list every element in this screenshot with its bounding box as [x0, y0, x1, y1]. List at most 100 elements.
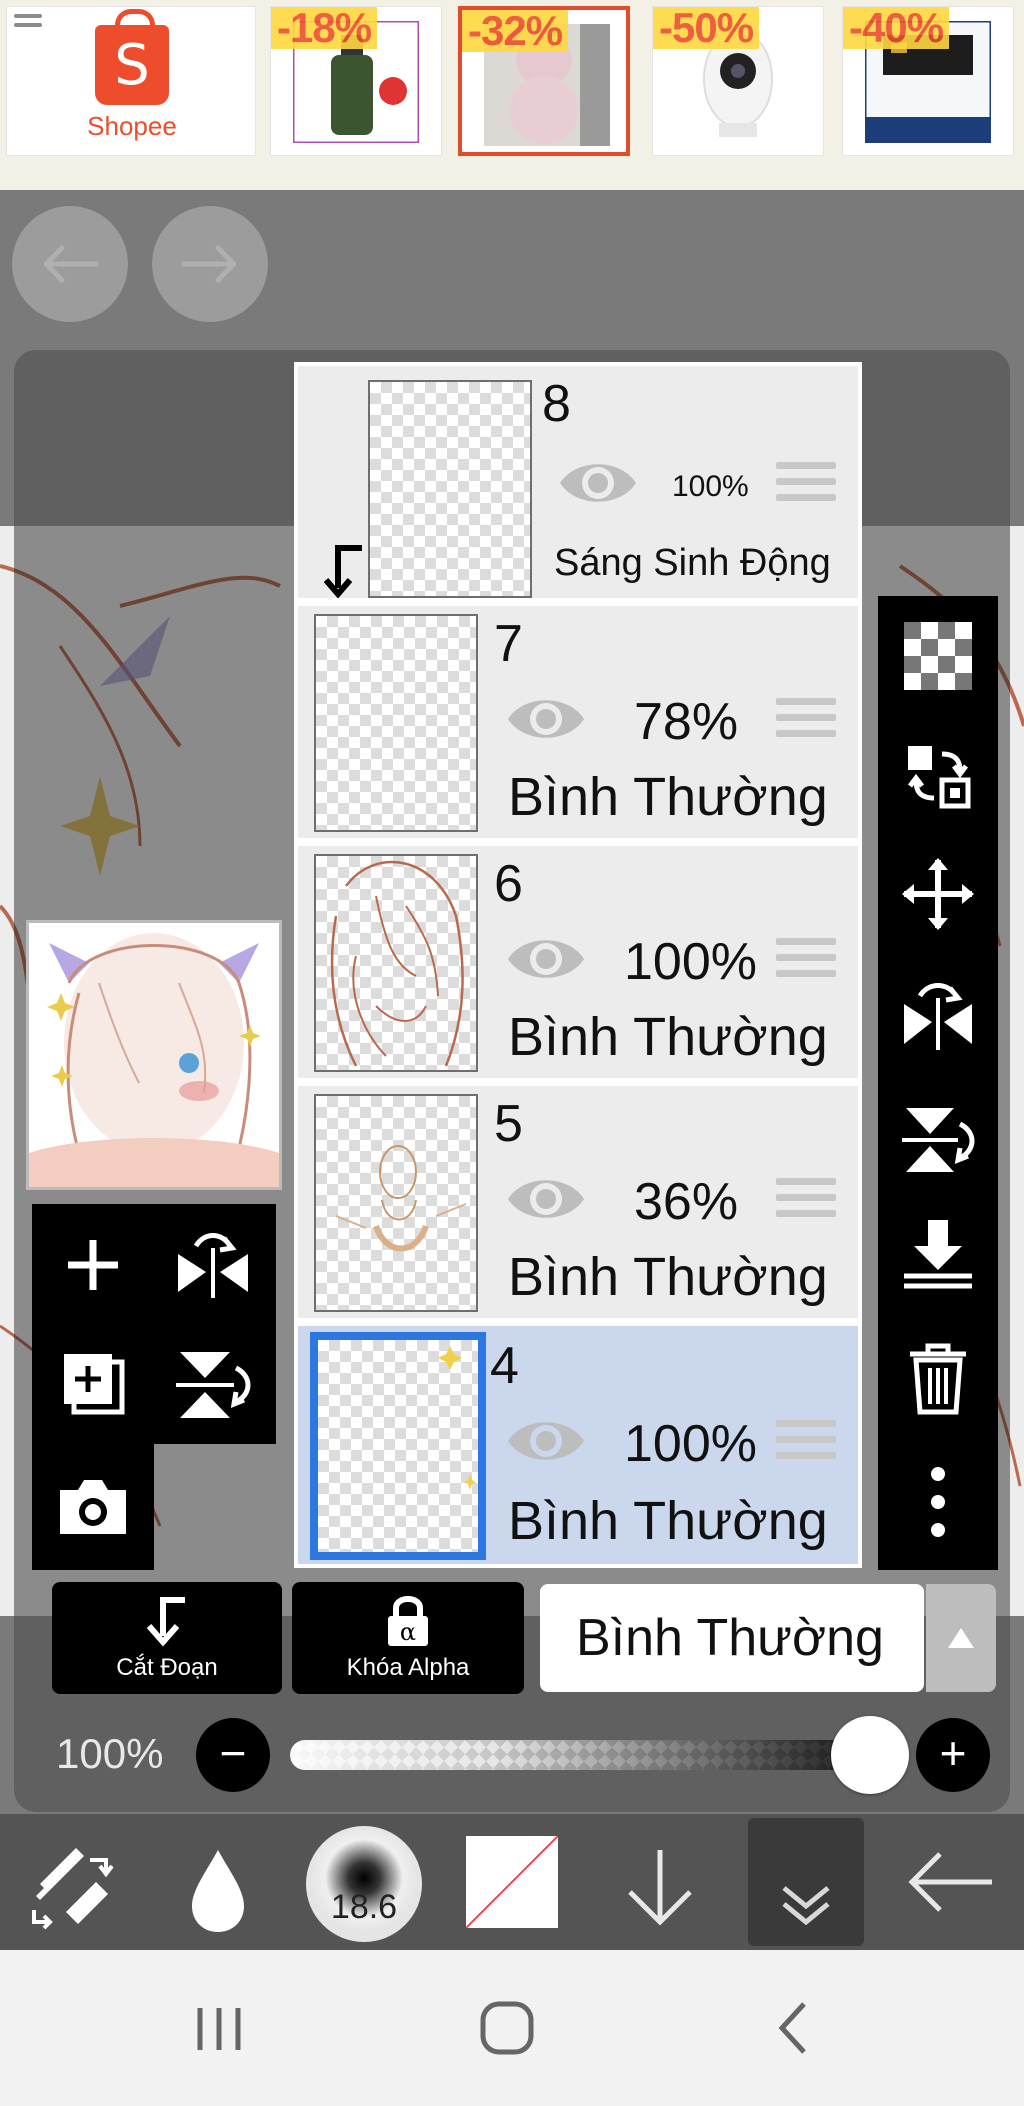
- drag-handle-icon[interactable]: [776, 938, 836, 986]
- color-picker-swatch[interactable]: [466, 1836, 558, 1928]
- back-arrow-icon[interactable]: [892, 1814, 1012, 1950]
- layer-list[interactable]: 8 100% Sáng Sinh Động 7 78% Bình Thường: [294, 362, 862, 1568]
- artwork-preview-image: [29, 923, 279, 1187]
- layer-number: 6: [494, 855, 523, 913]
- canvas-preview-thumbnail[interactable]: [26, 920, 282, 1190]
- blur-tool-icon[interactable]: [158, 1814, 278, 1950]
- clipping-arrow-icon: [146, 1597, 185, 1647]
- layer-opacity: 36%: [634, 1173, 739, 1231]
- discount-badge: -50%: [653, 7, 760, 49]
- arrow-left-icon: [43, 245, 99, 283]
- drag-handle-icon[interactable]: [776, 698, 836, 746]
- layer-thumbnail[interactable]: [314, 1094, 478, 1312]
- layer-opacity: 78%: [634, 693, 739, 751]
- recent-apps-icon[interactable]: [174, 1986, 264, 2070]
- transparency-grid-icon[interactable]: [898, 616, 978, 696]
- blend-mode-dropdown-arrow[interactable]: [926, 1584, 996, 1692]
- blend-mode-value: Bình Thường: [576, 1609, 884, 1667]
- layer-thumbnail[interactable]: [310, 1332, 486, 1560]
- eye-icon[interactable]: [504, 1170, 588, 1228]
- shopee-ad-card[interactable]: S Shopee: [6, 6, 256, 156]
- layer-number: 7: [494, 615, 523, 673]
- blend-mode-select[interactable]: Bình Thường: [540, 1584, 924, 1692]
- eye-icon[interactable]: [556, 454, 640, 512]
- double-chevron-down-icon: [782, 1886, 830, 1926]
- shopee-logo: S: [95, 9, 169, 105]
- eye-icon[interactable]: [504, 1412, 588, 1470]
- expand-panel-button[interactable]: [748, 1818, 864, 1946]
- ad-product-card[interactable]: -40%: [842, 6, 1014, 156]
- ad-product-card[interactable]: -32%: [458, 6, 630, 156]
- layer-action-panel: [32, 1204, 276, 1444]
- layer-row[interactable]: 7 78% Bình Thường: [298, 606, 858, 842]
- clipping-button[interactable]: Cắt Đoạn: [52, 1582, 282, 1694]
- layer-blend-mode: Bình Thường: [508, 1247, 828, 1307]
- drag-handle-icon[interactable]: [776, 462, 836, 510]
- ad-banner[interactable]: S Shopee -18% -32% -50% -40%: [0, 0, 1024, 190]
- discount-badge: -40%: [843, 7, 950, 49]
- back-icon[interactable]: [750, 1986, 840, 2070]
- opacity-increase-button[interactable]: +: [916, 1718, 990, 1792]
- add-layer-icon[interactable]: [48, 1220, 138, 1310]
- layer-blend-mode: Bình Thường: [508, 767, 828, 827]
- ad-product-card[interactable]: -50%: [652, 6, 824, 156]
- arrow-right-icon: [181, 245, 237, 283]
- merge-down-icon[interactable]: [898, 1214, 978, 1294]
- opacity-slider-thumb[interactable]: [831, 1716, 909, 1794]
- redo-button[interactable]: [152, 206, 268, 322]
- eye-icon[interactable]: [504, 930, 588, 988]
- brush-size-value: 18.6: [330, 1888, 398, 1926]
- flip-vertical-icon[interactable]: [898, 1100, 978, 1180]
- layer-row[interactable]: 5 36% Bình Thường: [298, 1086, 858, 1322]
- eye-icon[interactable]: [504, 690, 588, 748]
- sketch-thumbnail-image: [335, 1145, 467, 1252]
- layer-action-panel-extra: [32, 1444, 154, 1570]
- plus-icon: +: [939, 1727, 967, 1779]
- lock-icon: α: [388, 1596, 428, 1646]
- opacity-decrease-button[interactable]: −: [196, 1718, 270, 1792]
- minus-icon: −: [219, 1727, 247, 1779]
- transparent-color-icon: [466, 1836, 558, 1928]
- layer-row[interactable]: 6 100% Bình Thường: [298, 846, 858, 1082]
- layer-thumbnail[interactable]: [314, 614, 478, 832]
- layer-blend-mode: Sáng Sinh Động: [554, 542, 831, 584]
- more-options-icon[interactable]: [898, 1462, 978, 1542]
- bottom-toolbar: 18.6: [0, 1814, 1024, 1950]
- home-icon[interactable]: [462, 1986, 552, 2070]
- flip-horizontal-icon[interactable]: [898, 976, 978, 1056]
- alpha-lock-button[interactable]: α Khóa Alpha: [292, 1582, 524, 1694]
- move-icon[interactable]: [898, 854, 978, 934]
- opacity-slider[interactable]: [290, 1740, 880, 1770]
- layer-row-selected[interactable]: 4 100% Bình Thường: [298, 1326, 858, 1564]
- layer-thumbnail[interactable]: [368, 380, 532, 598]
- flip-layer-vertical-icon[interactable]: [168, 1340, 258, 1430]
- arrow-down-icon[interactable]: [600, 1814, 720, 1950]
- alpha-lock-label: Khóa Alpha: [346, 1654, 470, 1681]
- system-navigation-bar: [0, 1950, 1024, 2106]
- undo-button[interactable]: [12, 206, 128, 322]
- layer-tool-strip: [878, 596, 998, 1570]
- layer-number: 4: [490, 1337, 519, 1395]
- opacity-value-label: 100%: [56, 1730, 164, 1777]
- camera-icon[interactable]: [48, 1462, 138, 1552]
- swap-layers-icon[interactable]: [898, 736, 978, 816]
- drag-handle-icon[interactable]: [776, 1178, 836, 1226]
- layer-row[interactable]: 8 100% Sáng Sinh Động: [298, 366, 858, 602]
- flip-layer-horizontal-icon[interactable]: [168, 1220, 258, 1310]
- drag-handle-icon[interactable]: [776, 1420, 836, 1468]
- layer-opacity: 100%: [624, 1415, 757, 1473]
- clipping-label: Cắt Đoạn: [116, 1654, 218, 1681]
- layer-number: 5: [494, 1095, 523, 1153]
- discount-badge: -32%: [462, 10, 569, 52]
- ad-menu-icon[interactable]: [14, 14, 42, 36]
- brush-size-button[interactable]: 18.6: [306, 1826, 422, 1942]
- brush-eraser-toggle-icon[interactable]: [10, 1814, 130, 1950]
- clipping-arrow-icon: [323, 545, 362, 598]
- duplicate-layer-icon[interactable]: [48, 1340, 138, 1430]
- layer-blend-mode: Bình Thường: [508, 1491, 828, 1551]
- ad-product-card[interactable]: -18%: [270, 6, 442, 156]
- layer-blend-mode: Bình Thường: [508, 1007, 828, 1067]
- layer-thumbnail[interactable]: [314, 854, 478, 1072]
- layer-opacity: 100%: [624, 933, 757, 991]
- trash-icon[interactable]: [898, 1338, 978, 1418]
